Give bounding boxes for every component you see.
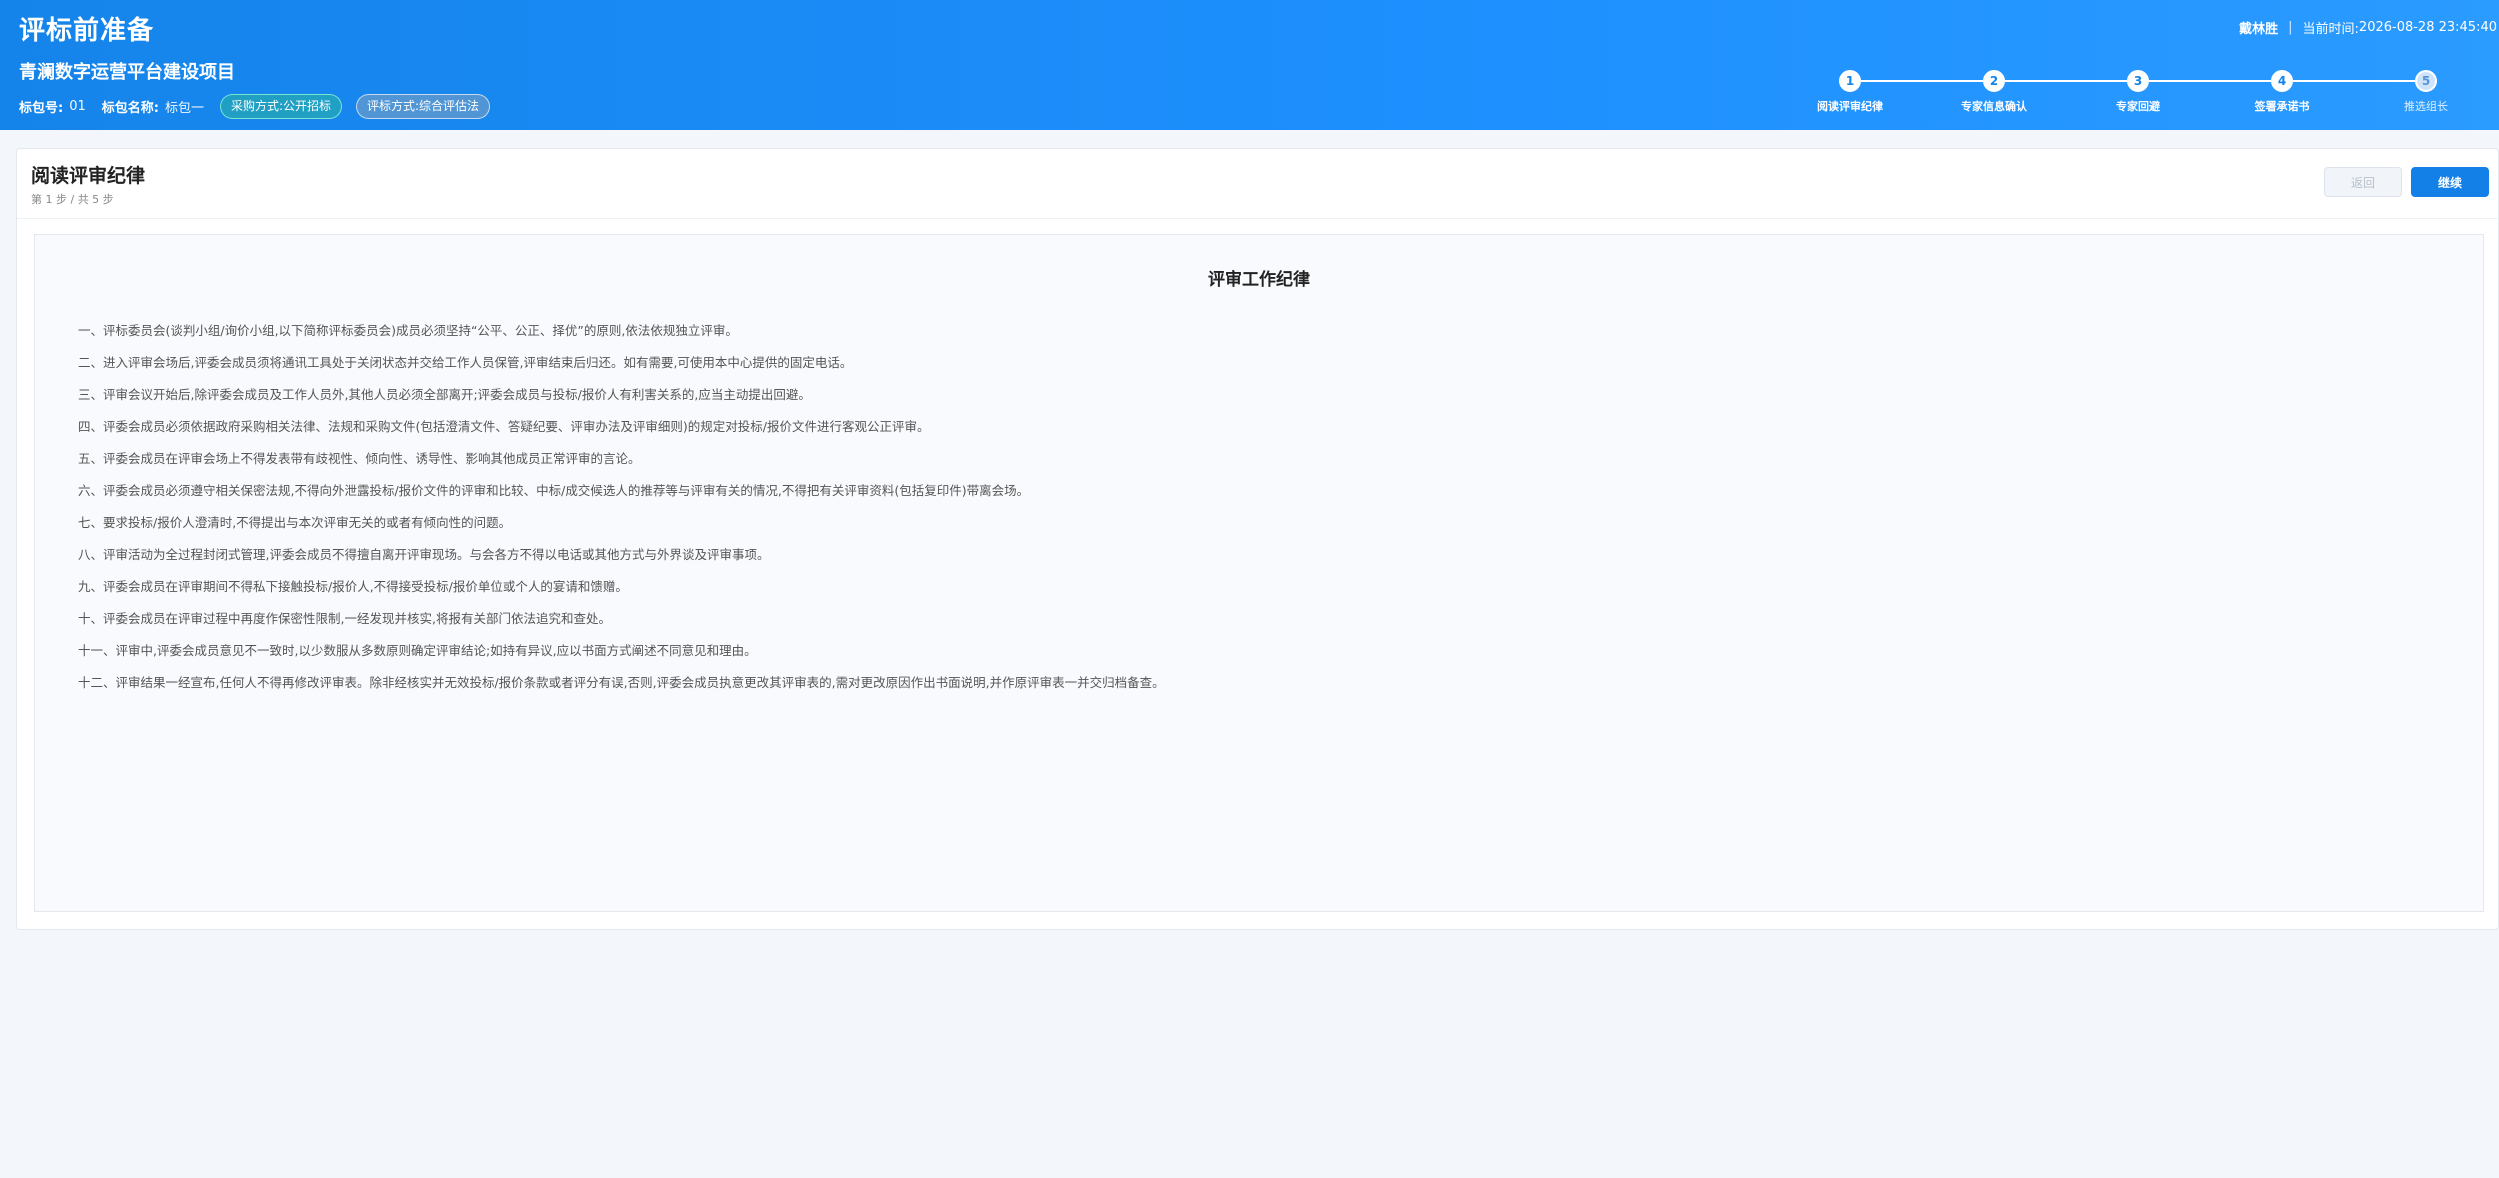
current-time: 2026-08-28 23:45:40	[2358, 20, 2497, 35]
divider: |	[2288, 20, 2293, 35]
user-name: 戴林胜	[2239, 22, 2279, 37]
rules-list: 一、评标委员会(谈判小组/询价小组,以下简称评标委员会)成员必须坚持“公平、公正…	[78, 315, 2458, 699]
time-label: 当前时间:	[2302, 22, 2359, 37]
rule-item: 八、评审活动为全过程封闭式管理,评委会成员不得擅自离开评审现场。与会各方不得以电…	[78, 547, 770, 562]
rule-item: 五、评委会成员在评审会场上不得发表带有歧视性、倾向性、诱导性、影响其他成员正常评…	[78, 451, 641, 466]
rule-item: 三、评审会议开始后,除评委会成员及工作人员外,其他人员必须全部离开;评委会成员与…	[78, 387, 811, 402]
document-title: 评审工作纪律	[1208, 270, 1310, 290]
rule-item: 七、要求投标/报价人澄清时,不得提出与本次评审无关的或者有倾向性的问题。	[78, 515, 512, 530]
step-number: 1	[1839, 70, 1861, 92]
rule-item: 六、评委会成员必须遵守相关保密法规,不得向外泄露投标/报价文件的评审和比较、中标…	[78, 483, 1030, 498]
procurement-method-badge: 采购方式:公开招标	[219, 93, 343, 119]
step-label: 专家回避	[2116, 100, 2160, 113]
rule-item: 一、评标委员会(谈判小组/询价小组,以下简称评标委员会)成员必须坚持“公平、公正…	[78, 323, 738, 338]
package-name: 标包一	[164, 100, 204, 116]
card-header: 阅读评审纪律 第 1 步 / 共 5 步 返回 继续	[17, 149, 2498, 219]
step-4: 4 签署承诺书	[2222, 70, 2342, 114]
step-number: 3	[2127, 70, 2149, 92]
rule-item: 十、评委会成员在评审过程中再度作保密性限制,一经发现并核实,将报有关部门依法追究…	[78, 611, 611, 626]
package-no: 01	[69, 98, 86, 114]
step-3: 3 专家回避	[2078, 70, 2198, 114]
step-label: 推选组长	[2404, 100, 2448, 113]
project-name: 青澜数字运营平台建设项目	[19, 62, 235, 83]
step-label: 专家信息确认	[1961, 100, 2027, 113]
rule-item: 九、评委会成员在评审期间不得私下接触投标/报价人,不得接受投标/报价单位或个人的…	[78, 579, 628, 594]
discipline-card: 阅读评审纪律 第 1 步 / 共 5 步 返回 继续 评审工作纪律 一、评标委员…	[16, 148, 2499, 930]
rule-item: 十二、评审结果一经宣布,任何人不得再修改评审表。除非经核实并无效投标/报价条款或…	[78, 675, 1165, 690]
progress-stepper: 1 阅读评审纪律 2 专家信息确认 3 专家回避 4 签署承诺书 5 推选组长	[1814, 70, 2448, 120]
evaluation-method-badge: 评标方式:综合评估法	[356, 93, 491, 119]
rule-item: 十一、评审中,评委会成员意见不一致时,以少数服从多数原则确定评审结论;如持有异议…	[78, 643, 757, 658]
discipline-document: 评审工作纪律 一、评标委员会(谈判小组/询价小组,以下简称评标委员会)成员必须坚…	[34, 234, 2484, 912]
rule-item: 四、评委会成员必须依据政府采购相关法律、法规和采购文件(包括澄清文件、答疑纪要、…	[78, 419, 930, 434]
user-info: 戴林胜 | 当前时间: 2026-08-28 23:45:40	[2239, 18, 2497, 37]
step-progress-text: 第 1 步 / 共 5 步	[31, 193, 114, 206]
step-label: 阅读评审纪律	[1817, 100, 1883, 113]
step-number: 5	[2415, 70, 2437, 92]
step-label: 签署承诺书	[2254, 100, 2310, 113]
rule-item: 二、进入评审会场后,评委会成员须将通讯工具处于关闭状态并交给工作人员保管,评审结…	[78, 355, 853, 370]
package-meta: 标包号: 01 标包名称: 标包一 采购方式:公开招标 评标方式:综合评估法	[19, 93, 504, 119]
package-name-label: 标包名称:	[101, 100, 159, 116]
continue-button[interactable]: 继续	[2411, 167, 2489, 197]
step-1: 1 阅读评审纪律	[1790, 70, 1910, 114]
step-5: 5 推选组长	[2366, 70, 2486, 114]
step-2: 2 专家信息确认	[1934, 70, 2054, 114]
step-number: 2	[1983, 70, 2005, 92]
card-title: 阅读评审纪律	[31, 165, 146, 187]
app-title: 评标前准备	[19, 16, 155, 46]
step-number: 4	[2271, 70, 2293, 92]
top-header: 评标前准备 青澜数字运营平台建设项目 标包号: 01 标包名称: 标包一 采购方…	[0, 0, 2499, 130]
package-no-label: 标包号:	[19, 100, 64, 116]
back-button[interactable]: 返回	[2324, 167, 2402, 197]
